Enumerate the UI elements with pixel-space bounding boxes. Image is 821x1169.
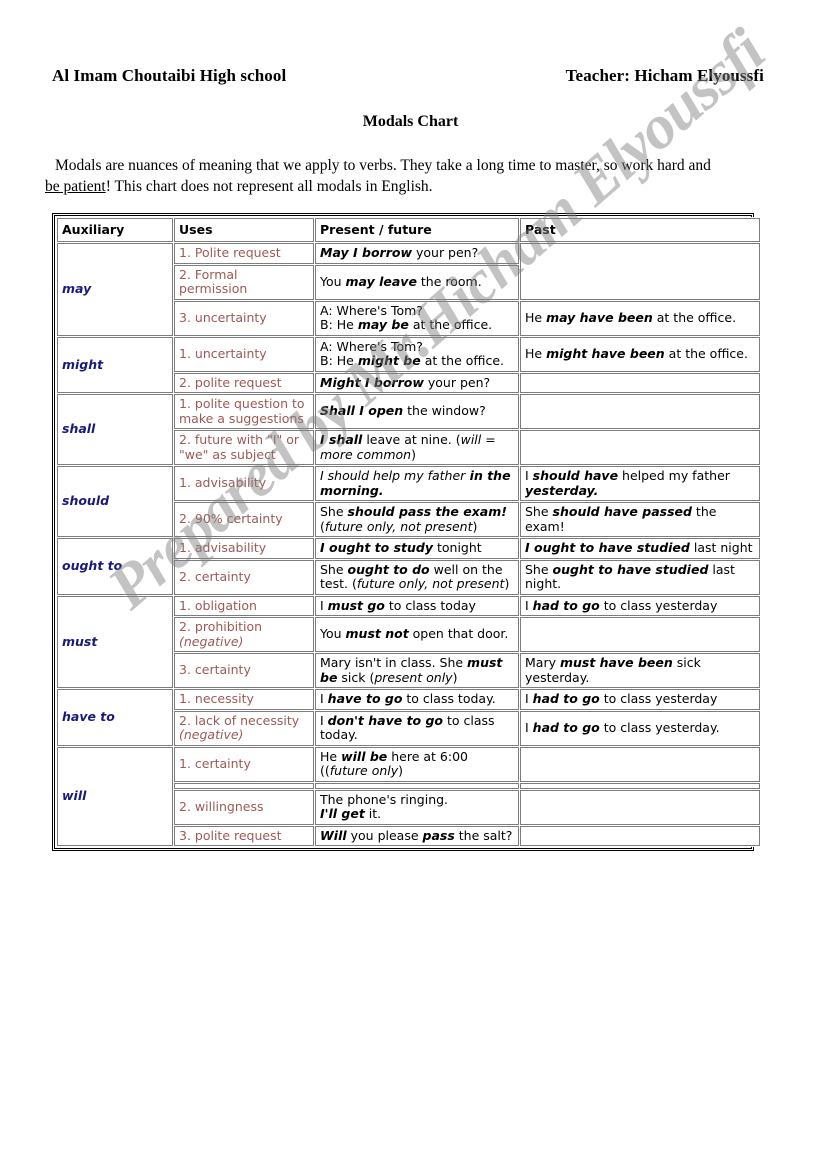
present-future-cell: Will you please pass the salt?	[315, 825, 519, 846]
use-cell: 1. polite question to make a suggestions	[174, 394, 314, 429]
table-row: might 1. uncertainty A: Where's Tom? B: He …	[57, 336, 760, 393]
auxiliary-cell-have-to: have to	[57, 689, 173, 746]
table-header-row: Auxiliary Uses Present / future Past	[57, 218, 760, 242]
present-future-cell: A: Where's Tom? B: He might be at the off…	[315, 336, 519, 372]
column-header-auxiliary: Auxiliary	[57, 218, 173, 242]
use-cell: 2. Formal permission	[174, 264, 314, 300]
use-cell: 3. polite request	[174, 825, 314, 846]
past-cell	[520, 430, 760, 465]
present-future-cell: He will be here at 6:00 ((future only)	[315, 746, 519, 782]
auxiliary-cell-ought-to: ought to	[57, 538, 173, 595]
past-cell	[520, 782, 760, 789]
past-cell: I had to go to class yesterday	[520, 595, 760, 616]
present-future-cell: The phone's ringing. I'll get it.	[315, 789, 519, 825]
modals-table: Auxiliary Uses Present / future Past may…	[56, 217, 761, 847]
present-future-cell: You may leave the room.	[315, 264, 519, 300]
use-cell: 3. uncertainty	[174, 300, 314, 336]
column-header-present-future: Present / future	[315, 218, 519, 242]
worksheet-page: Al Imam Choutaibi High school Teacher: H…	[0, 0, 821, 1169]
table-row: have to 1. necessity I have to go to class…	[57, 689, 760, 746]
column-header-uses: Uses	[174, 218, 314, 242]
use-cell: 1. uncertainty	[174, 336, 314, 372]
past-cell: Mary must have been sick yesterday.	[520, 653, 760, 688]
table-row: ought to 1. advisability I ought to study …	[57, 538, 760, 595]
present-future-cell: A: Where's Tom? B: He may be at the offic…	[315, 300, 519, 336]
past-cell: I should have helped my father yesterday…	[520, 466, 760, 501]
intro-line-1: Modals are nuances of meaning that we ap…	[55, 157, 711, 174]
present-future-cell: I don't have to go to class today.	[315, 710, 519, 746]
past-cell	[520, 243, 760, 300]
present-future-cell: She should pass the exam! (future only, …	[315, 502, 519, 537]
use-cell: 2. willingness	[174, 789, 314, 825]
present-future-cell: Might I borrow your pen?	[315, 372, 519, 393]
document-header: Al Imam Choutaibi High school Teacher: H…	[52, 66, 772, 86]
use-cell: 2. prohibition (negative)	[174, 617, 314, 652]
past-cell: He might have been at the office.	[520, 336, 760, 372]
use-cell: 2. polite request	[174, 372, 314, 393]
past-cell: I ought to have studied last night	[520, 538, 760, 559]
present-future-cell: Mary isn't in class. She must be sick (p…	[315, 653, 519, 688]
auxiliary-cell-might: might	[57, 336, 173, 393]
present-future-cell: I shall leave at nine. (will = more comm…	[315, 430, 519, 465]
past-cell: She should have passed the exam!	[520, 502, 760, 537]
present-future-cell: I have to go to class today.	[315, 689, 519, 710]
table-row: will 1. certainty He will be here at 6:00(…	[57, 746, 760, 846]
present-future-cell: I must go to class today	[315, 595, 519, 616]
modals-table-container: Auxiliary Uses Present / future Past may…	[52, 213, 761, 851]
school-name: Al Imam Choutaibi High school	[52, 66, 287, 85]
present-future-cell: She ought to do well on the test. (futur…	[315, 559, 519, 595]
past-cell: I had to go to class yesterday	[520, 689, 760, 710]
use-cell: 1. necessity	[174, 689, 314, 710]
use-cell: 1. obligation	[174, 595, 314, 616]
present-future-cell: You must not open that door.	[315, 617, 519, 652]
present-future-cell	[315, 782, 519, 789]
auxiliary-cell-must: must	[57, 595, 173, 688]
past-cell	[520, 394, 760, 429]
table-row: shall 1. polite question to make a sugges…	[57, 394, 760, 465]
past-cell: I had to go to class yesterday.	[520, 710, 760, 746]
column-header-past: Past	[520, 218, 760, 242]
use-cell: 2. 90% certainty	[174, 502, 314, 537]
table-row: should 1. advisability I should help my fa…	[57, 466, 760, 537]
table-row: may 1. Polite request May I borrow your pe…	[57, 243, 760, 336]
present-future-cell: I should help my father in the morning.	[315, 466, 519, 501]
present-future-cell: Shall I open the window?	[315, 394, 519, 429]
past-cell	[520, 825, 760, 846]
table-header: Auxiliary Uses Present / future Past	[57, 218, 760, 242]
use-cell: 1. advisability	[174, 466, 314, 501]
past-cell	[520, 789, 760, 825]
page-title: Modals Chart	[362, 113, 459, 130]
intro-paragraph: Modals are nuances of meaning that we ap…	[45, 155, 785, 197]
auxiliary-cell-may: may	[57, 243, 173, 336]
use-cell: 2. lack of necessity (negative)	[174, 710, 314, 746]
past-cell: He may have been at the office.	[520, 300, 760, 336]
teacher-name: Teacher: Hicham Elyoussfi	[565, 66, 764, 85]
use-cell: 2. certainty	[174, 559, 314, 595]
auxiliary-cell-shall: shall	[57, 394, 173, 465]
past-cell	[520, 617, 760, 652]
past-cell	[520, 746, 760, 782]
table-row: must 1. obligation I must go to class toda…	[57, 595, 760, 688]
auxiliary-cell-should: should	[57, 466, 173, 537]
use-cell: 1. certainty	[174, 746, 314, 782]
use-cell: 1. advisability	[174, 538, 314, 559]
use-cell: 1. Polite request	[174, 243, 314, 264]
table-body: may 1. Polite request May I borrow your pe…	[57, 243, 760, 846]
present-future-cell: May I borrow your pen?	[315, 243, 519, 264]
auxiliary-cell-will: will	[57, 746, 173, 846]
use-cell: 2. future with "I" or "we" as subject	[174, 430, 314, 465]
use-cell: 3. certainty	[174, 653, 314, 688]
intro-line-2-rest: ! This chart does not represent all moda…	[105, 178, 433, 195]
past-cell	[520, 372, 760, 393]
intro-underlined-phrase: be patient	[45, 178, 106, 195]
past-cell: She ought to have studied last night.	[520, 559, 760, 595]
use-cell	[174, 782, 314, 789]
present-future-cell: I ought to study tonight	[315, 538, 519, 559]
